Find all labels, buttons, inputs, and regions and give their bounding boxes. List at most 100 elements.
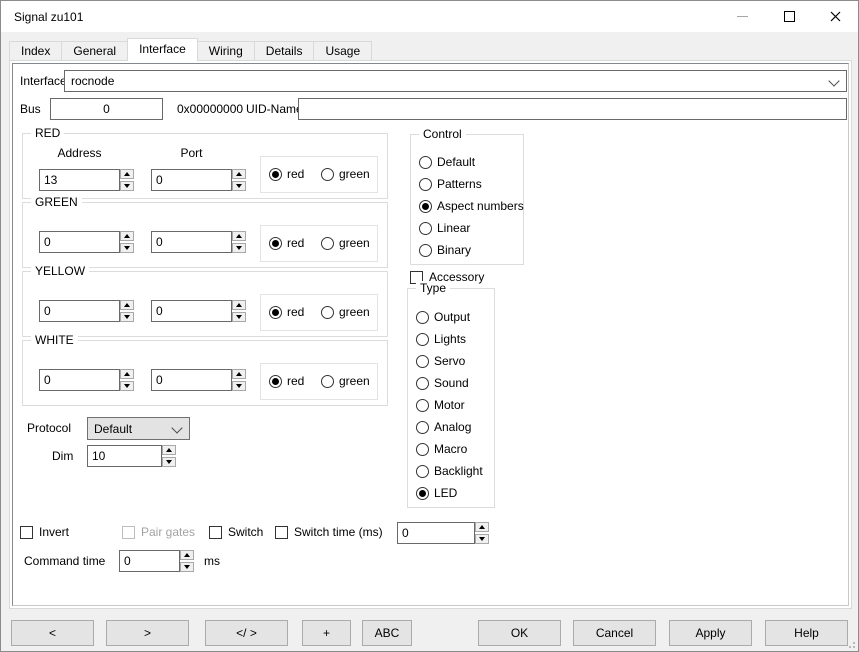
- uid-name-input[interactable]: [298, 98, 847, 120]
- green-gate-red-radio[interactable]: red: [269, 236, 304, 250]
- tab-general[interactable]: General: [61, 41, 128, 61]
- spin-down-button[interactable]: [232, 181, 246, 191]
- red-address-spinner: [120, 169, 134, 191]
- spin-up-button[interactable]: [232, 231, 246, 241]
- green-port-input[interactable]: [151, 231, 232, 253]
- yellow-gate-red-radio[interactable]: red: [269, 305, 304, 319]
- spin-down-button[interactable]: [120, 243, 134, 253]
- code-button[interactable]: </ >: [205, 620, 288, 646]
- spin-down-button[interactable]: [232, 381, 246, 391]
- red-gate-red-radio[interactable]: red: [269, 167, 304, 181]
- next-button[interactable]: >: [106, 620, 189, 646]
- type-option-led[interactable]: LED: [416, 486, 457, 500]
- radio-label: green: [339, 236, 370, 250]
- command-time-input[interactable]: [119, 550, 180, 572]
- yellow-port-input[interactable]: [151, 300, 232, 322]
- apply-button[interactable]: Apply: [669, 620, 752, 646]
- invert-checkbox[interactable]: Invert: [20, 525, 69, 539]
- spin-up-button[interactable]: [120, 231, 134, 241]
- control-option-aspect-numbers[interactable]: Aspect numbers: [419, 199, 524, 213]
- group-title-green: GREEN: [31, 195, 82, 210]
- address-header: Address: [39, 146, 120, 160]
- tab-usage[interactable]: Usage: [313, 41, 372, 61]
- type-option-servo[interactable]: Servo: [416, 354, 465, 368]
- spin-down-button[interactable]: [180, 562, 194, 572]
- tab-index[interactable]: Index: [9, 41, 62, 61]
- spin-down-button[interactable]: [232, 243, 246, 253]
- tab-interface[interactable]: Interface: [127, 38, 198, 61]
- maximize-button[interactable]: [766, 1, 812, 32]
- switch-checkbox[interactable]: Switch: [209, 525, 263, 539]
- spin-up-button[interactable]: [232, 369, 246, 379]
- spin-down-button[interactable]: [162, 457, 176, 467]
- spin-up-button[interactable]: [120, 300, 134, 310]
- radio-icon: [321, 168, 334, 181]
- type-option-motor[interactable]: Motor: [416, 398, 465, 412]
- protocol-combobox[interactable]: Default: [87, 417, 190, 440]
- white-address-input[interactable]: [39, 369, 120, 391]
- checkbox-label: Switch time (ms): [294, 525, 383, 539]
- group-title-white: WHITE: [31, 333, 78, 348]
- yellow-gate-green-radio[interactable]: green: [321, 305, 370, 319]
- command-time-unit: ms: [204, 554, 220, 568]
- switch-time-checkbox[interactable]: Switch time (ms): [275, 525, 383, 539]
- radio-label: Linear: [437, 221, 470, 235]
- radio-label: Servo: [434, 354, 465, 368]
- type-option-lights[interactable]: Lights: [416, 332, 466, 346]
- white-port-input[interactable]: [151, 369, 232, 391]
- spin-down-button[interactable]: [475, 534, 489, 544]
- radio-label: Binary: [437, 243, 471, 257]
- type-option-sound[interactable]: Sound: [416, 376, 469, 390]
- tab-wiring[interactable]: Wiring: [197, 41, 255, 61]
- spin-up-button[interactable]: [120, 169, 134, 179]
- green-address-input[interactable]: [39, 231, 120, 253]
- radio-label: red: [287, 305, 304, 319]
- type-option-analog[interactable]: Analog: [416, 420, 471, 434]
- spin-up-button[interactable]: [180, 550, 194, 560]
- control-option-binary[interactable]: Binary: [419, 243, 471, 257]
- red-gate-green-radio[interactable]: green: [321, 167, 370, 181]
- prev-button[interactable]: <: [11, 620, 94, 646]
- red-port-input[interactable]: [151, 169, 232, 191]
- control-option-patterns[interactable]: Patterns: [419, 177, 482, 191]
- type-option-backlight[interactable]: Backlight: [416, 464, 483, 478]
- spin-up-button[interactable]: [162, 445, 176, 455]
- white-gate-red-radio[interactable]: red: [269, 374, 304, 388]
- down-arrow-icon: [236, 384, 242, 388]
- minimize-icon: [737, 16, 748, 17]
- spin-up-button[interactable]: [232, 300, 246, 310]
- abc-button[interactable]: ABC: [362, 620, 412, 646]
- minimize-button[interactable]: [719, 1, 765, 32]
- spin-down-button[interactable]: [120, 312, 134, 322]
- add-button[interactable]: +: [302, 620, 351, 646]
- yellow-address-input[interactable]: [39, 300, 120, 322]
- spin-up-button[interactable]: [232, 169, 246, 179]
- tab-details[interactable]: Details: [254, 41, 315, 61]
- help-button[interactable]: Help: [765, 620, 848, 646]
- maximize-icon: [784, 11, 795, 22]
- dim-input[interactable]: [87, 445, 162, 467]
- ok-button[interactable]: OK: [478, 620, 561, 646]
- radio-icon: [416, 421, 429, 434]
- resize-grip[interactable]: [845, 638, 855, 648]
- bus-input[interactable]: [50, 98, 163, 120]
- control-option-linear[interactable]: Linear: [419, 221, 470, 235]
- radio-icon: [416, 443, 429, 456]
- spin-down-button[interactable]: [120, 381, 134, 391]
- pair-gates-checkbox[interactable]: Pair gates: [122, 525, 195, 539]
- spin-down-button[interactable]: [232, 312, 246, 322]
- white-gate-green-radio[interactable]: green: [321, 374, 370, 388]
- type-option-output[interactable]: Output: [416, 310, 470, 324]
- spin-up-button[interactable]: [475, 522, 489, 532]
- red-address-input[interactable]: [39, 169, 120, 191]
- type-option-macro[interactable]: Macro: [416, 442, 467, 456]
- control-option-default[interactable]: Default: [419, 155, 475, 169]
- close-button[interactable]: [812, 1, 858, 32]
- switch-time-input[interactable]: [397, 522, 475, 544]
- spin-down-button[interactable]: [120, 181, 134, 191]
- spin-up-button[interactable]: [120, 369, 134, 379]
- green-gate-green-radio[interactable]: green: [321, 236, 370, 250]
- radio-label: Aspect numbers: [437, 199, 524, 213]
- cancel-button[interactable]: Cancel: [573, 620, 656, 646]
- interface-id-combobox[interactable]: rocnode: [64, 70, 847, 92]
